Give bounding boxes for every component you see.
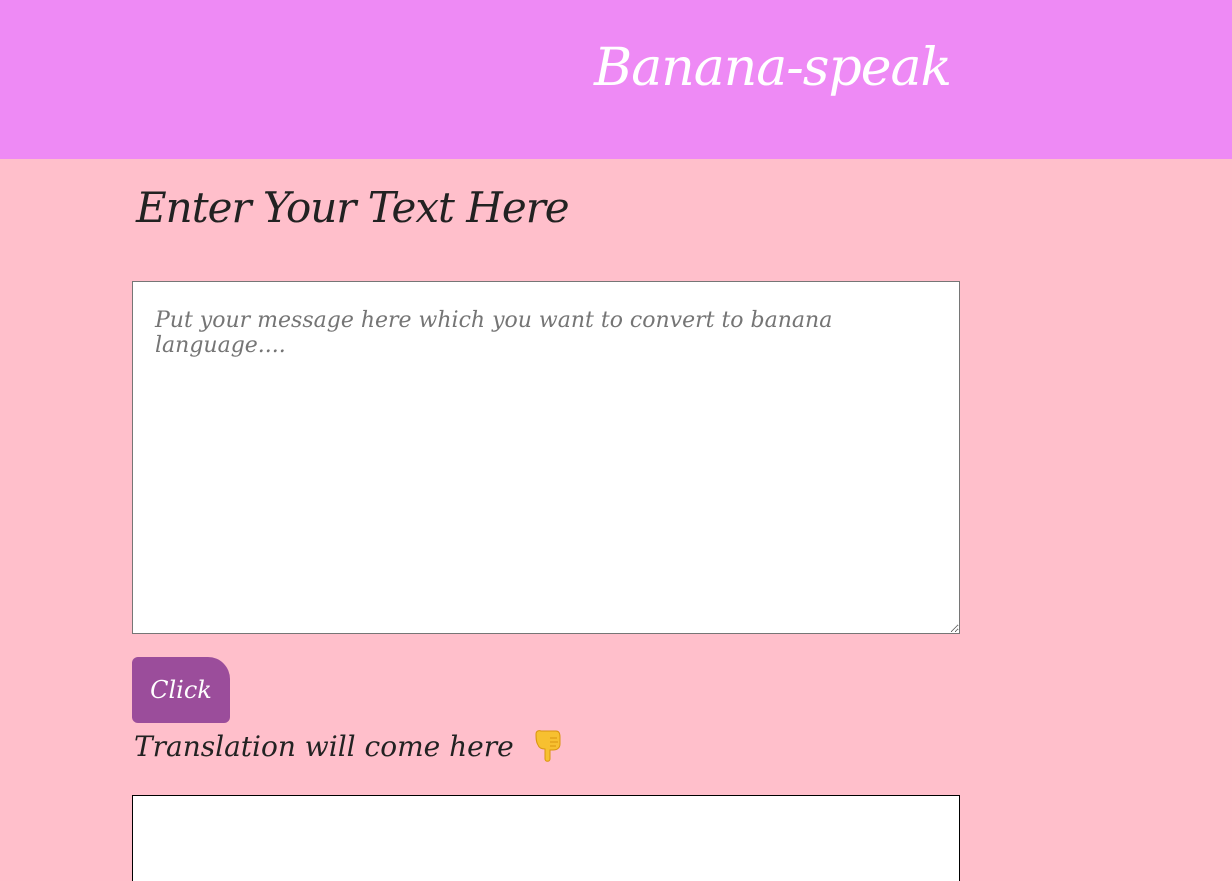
translate-button[interactable]: Click <box>132 657 230 723</box>
translation-label: Translation will come here <box>134 728 566 764</box>
translation-output <box>132 795 960 881</box>
pointing-down-hand-icon <box>530 728 566 764</box>
header-bar: Banana-speak <box>0 0 1232 159</box>
input-heading: Enter Your Text Here <box>136 183 570 232</box>
translation-label-text: Translation will come here <box>134 729 514 763</box>
message-input[interactable] <box>132 281 960 634</box>
site-title: Banana-speak <box>594 38 952 98</box>
